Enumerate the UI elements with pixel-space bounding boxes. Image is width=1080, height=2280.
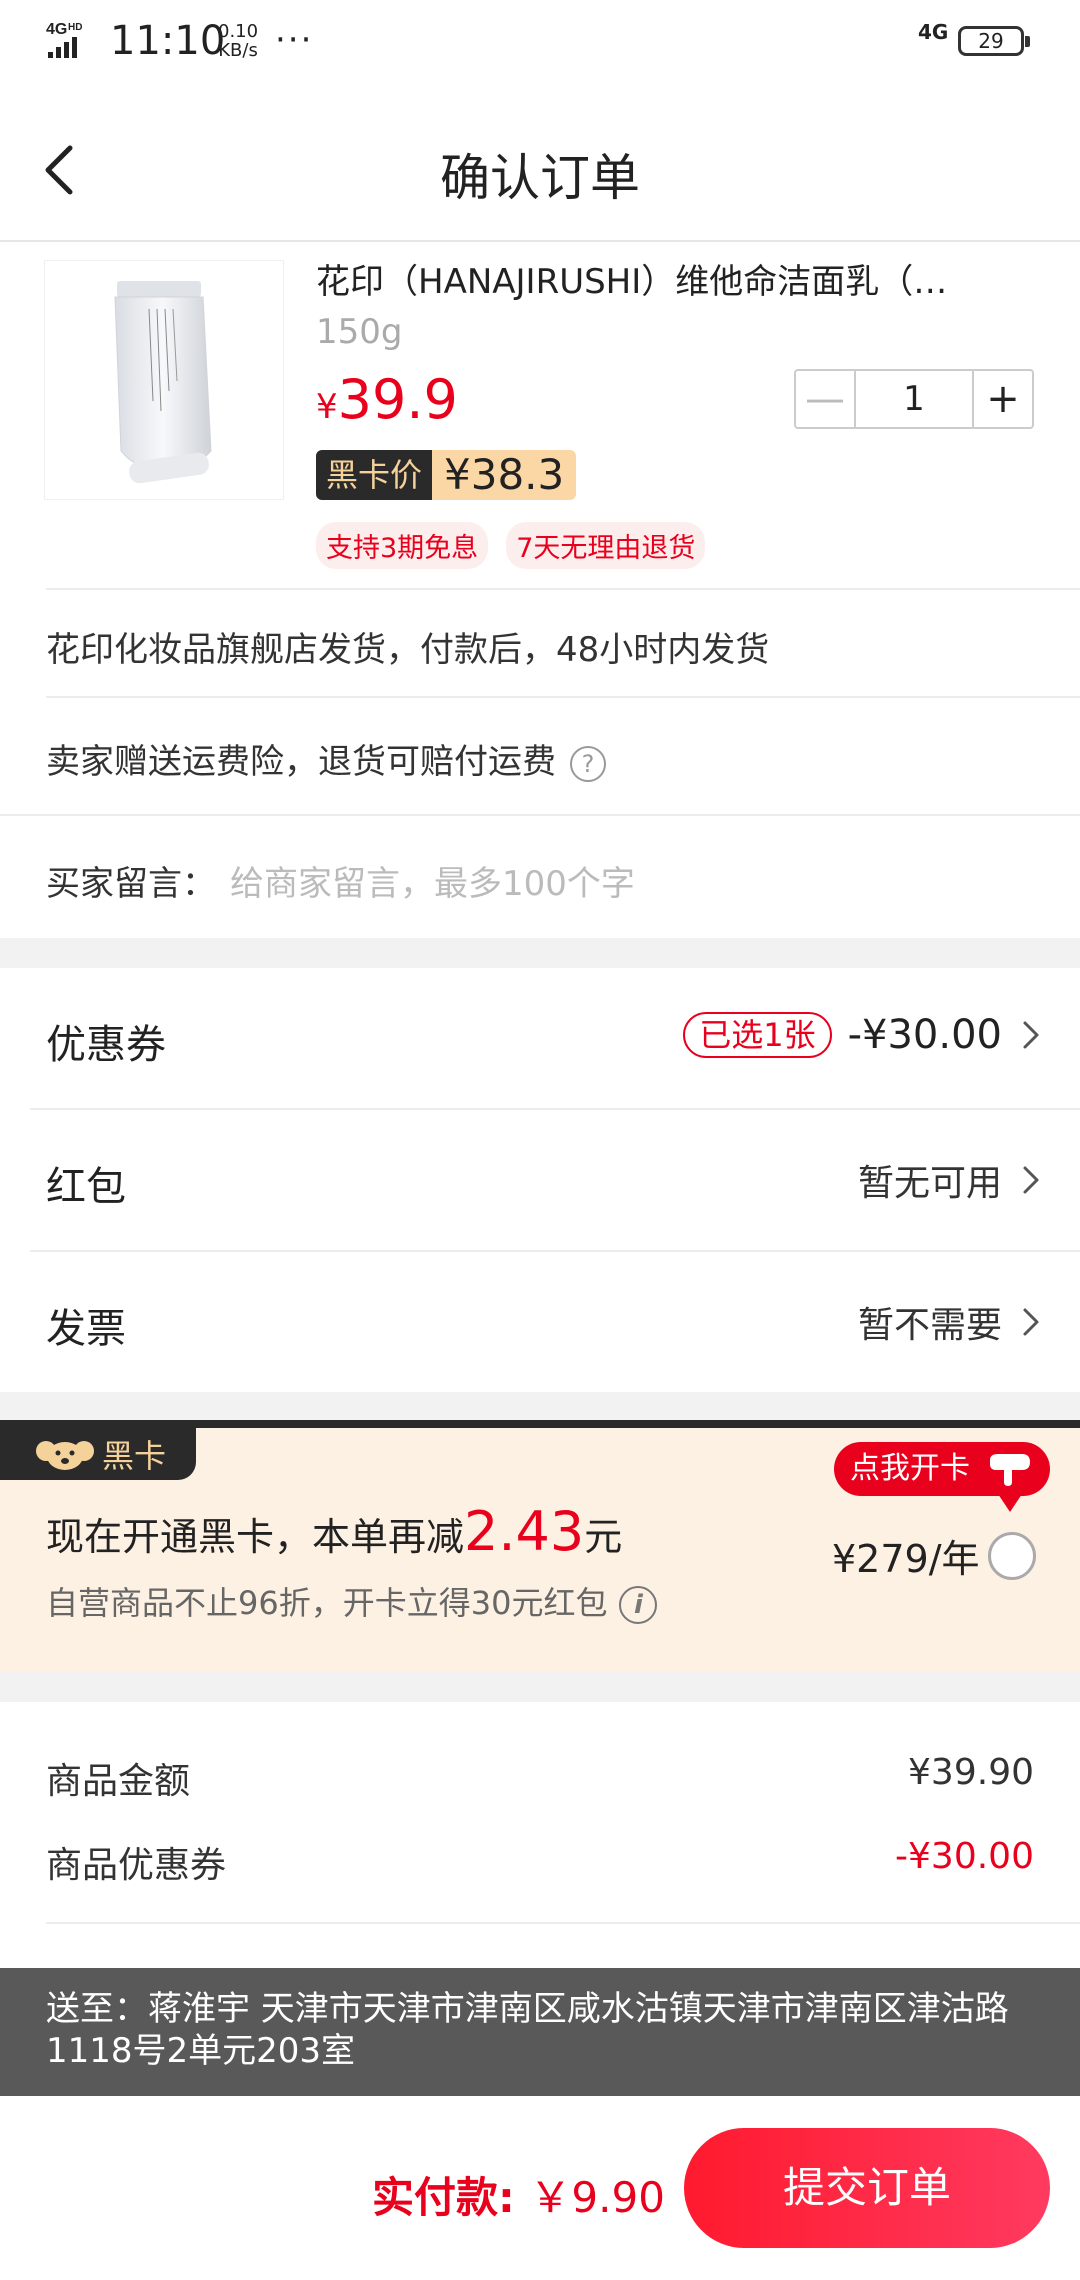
section-gap	[0, 1392, 1080, 1420]
coupon-label: 优惠券	[46, 1022, 166, 1068]
black-card-tab: 黑卡	[0, 1428, 196, 1480]
invoice-value: 暂不需要	[857, 1305, 1002, 1346]
black-card-title: 现在开通黑卡，本单再减2.43元	[46, 1500, 622, 1563]
black-card-price: 黑卡价 ¥38.3	[316, 450, 577, 500]
chevron-right-icon	[1023, 1021, 1039, 1049]
ship-to-address[interactable]: 送至：蒋淮宇 天津市天津市津南区咸水沽镇天津市津南区津沽路1118号2单元203…	[0, 1968, 1080, 2096]
network-label: 4G	[46, 21, 67, 38]
tag-installment: 支持3期免息	[316, 522, 489, 569]
invoice-row[interactable]: 发票 暂不需要	[0, 1252, 1080, 1392]
buyer-message: 买家留言： 给商家留言，最多100个字	[0, 856, 1080, 905]
black-card-subtitle: 自营商品不止96折，开卡立得30元红包 i	[46, 1578, 658, 1624]
product-tags: 支持3期免息 7天无理由退货	[316, 522, 706, 569]
goods-coupon-value: -¥30.00	[895, 1836, 1034, 1877]
invoice-right: 暂不需要	[858, 1296, 1042, 1348]
black-card-price-value: ¥38.3	[432, 450, 577, 500]
open-card-bubble[interactable]: 点我开卡	[834, 1442, 1050, 1512]
price-value: 39.9	[337, 368, 458, 431]
quantity-value[interactable]: 1	[856, 371, 972, 427]
nav-bar: 确认订单	[0, 100, 1080, 242]
red-packet-right: 暂无可用	[858, 1154, 1042, 1206]
section-gap	[0, 938, 1080, 968]
shipping-info: 花印化妆品旗舰店发货，付款后，48小时内发货	[46, 630, 770, 670]
mobile-data-icon: 4G	[918, 20, 949, 44]
chevron-right-icon	[1023, 1308, 1039, 1336]
black-card-price-label: 黑卡价	[316, 450, 433, 500]
buyer-message-label: 买家留言：	[46, 864, 216, 904]
goods-amount-value: ¥39.90	[908, 1752, 1034, 1793]
pointing-hand-icon	[990, 1454, 1030, 1486]
divider	[0, 814, 1080, 816]
page-title: 确认订单	[440, 149, 640, 207]
quantity-stepper: — 1 +	[794, 369, 1034, 429]
network-speed-unit: KB/s	[218, 40, 258, 61]
product-tube-image	[114, 281, 212, 484]
divider	[46, 588, 1080, 590]
tag-return: 7天无理由退货	[506, 522, 706, 569]
submit-order-button[interactable]: 提交订单	[684, 2128, 1050, 2248]
black-card-discount: 2.43	[464, 1500, 585, 1563]
black-card-promo[interactable]: 黑卡 现在开通黑卡，本单再减2.43元 自营商品不止96折，开卡立得30元红包 i…	[0, 1420, 1080, 1672]
product-title[interactable]: 花印（HANAJIRUSHI）维他命洁面乳（…	[316, 254, 1006, 303]
question-icon[interactable]: ?	[570, 745, 606, 782]
black-card-title-prefix: 现在开通黑卡，本单再减	[46, 1515, 465, 1559]
actual-payment-label: 实付款:	[372, 2173, 515, 2222]
black-card-radio[interactable]	[988, 1532, 1036, 1580]
quantity-minus-button[interactable]: —	[796, 371, 856, 427]
coupon-selected-badge: 已选1张	[683, 1012, 832, 1058]
goods-amount-label: 商品金额	[46, 1761, 191, 1802]
black-card-subtitle-text: 自营商品不止96折，开卡立得30元红包	[46, 1584, 608, 1622]
info-icon[interactable]: i	[619, 1586, 658, 1624]
shipping-insurance-text: 卖家赠送运费险，退货可赔付运费	[46, 742, 556, 782]
summary-goods: 商品金额 ¥39.90	[46, 1752, 1034, 1804]
invoice-label: 发票	[46, 1306, 126, 1352]
summary-coupon: 商品优惠券 -¥30.00	[46, 1836, 1034, 1888]
more-notifications-icon: ···	[275, 20, 314, 60]
product-spec: 150g	[316, 312, 403, 352]
network-speed: 0.10 KB/s	[218, 22, 258, 60]
network-speed-value: 0.10	[218, 21, 259, 42]
goods-coupon-label: 商品优惠券	[46, 1845, 227, 1886]
red-packet-value: 暂无可用	[857, 1163, 1002, 1204]
status-time: 11:10	[110, 18, 226, 64]
coupon-right: 已选1张 -¥30.00	[683, 1012, 1042, 1058]
actual-payment-value: ￥9.90	[529, 2173, 665, 2222]
red-packet-label: 红包	[46, 1164, 126, 1210]
battery-icon: 29	[958, 26, 1030, 56]
black-card-tab-label: 黑卡	[102, 1437, 167, 1475]
section-gap	[0, 1672, 1080, 1702]
product-image[interactable]	[44, 260, 284, 500]
divider	[46, 696, 1080, 698]
black-card-title-suffix: 元	[584, 1515, 623, 1559]
black-card-price-per-year: ¥279/年	[832, 1537, 980, 1581]
product-price: ¥39.9	[316, 368, 458, 431]
coupon-value: -¥30.00	[847, 1012, 1002, 1058]
red-packet-row[interactable]: 红包 暂无可用	[0, 1110, 1080, 1250]
actual-payment: 实付款: ￥9.90	[372, 2164, 665, 2225]
status-bar: 4G HD 11:10 0.10 KB/s ··· 4G 29	[0, 0, 1080, 90]
koala-icon	[36, 1441, 94, 1470]
network-suffix: HD	[68, 22, 82, 33]
product-card: 花印（HANAJIRUSHI）维他命洁面乳（… 150g ¥39.9 — 1 +…	[0, 244, 1080, 588]
shipping-insurance: 卖家赠送运费险，退货可赔付运费?	[0, 734, 1080, 783]
chevron-right-icon	[1023, 1166, 1039, 1194]
bottom-bar: 实付款: ￥9.90 提交订单	[0, 2096, 1080, 2280]
signal-icon: 4G HD	[46, 21, 82, 58]
price-currency: ¥	[316, 387, 338, 427]
divider	[46, 1922, 1080, 1924]
coupon-row[interactable]: 优惠券 已选1张 -¥30.00	[0, 968, 1080, 1108]
open-card-bubble-label: 点我开卡	[850, 1451, 970, 1486]
buyer-message-input[interactable]: 给商家留言，最多100个字	[230, 864, 635, 904]
quantity-plus-button[interactable]: +	[972, 371, 1032, 427]
